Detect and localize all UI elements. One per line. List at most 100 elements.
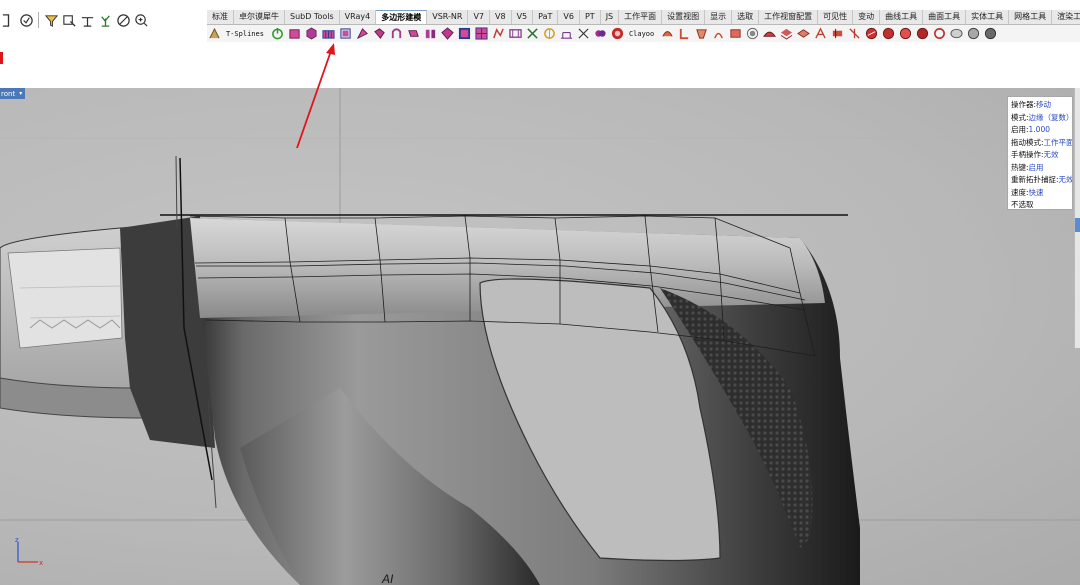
svg-text:z: z xyxy=(15,538,19,544)
morph-icon[interactable] xyxy=(660,26,675,41)
sidebar-red-marker xyxy=(0,52,3,64)
prop-row[interactable]: 不选取 xyxy=(1011,199,1072,212)
face-extrude-icon[interactable] xyxy=(406,26,421,41)
partial-icon[interactable] xyxy=(0,12,16,28)
tab-surface-tools[interactable]: 曲面工具 xyxy=(923,10,967,24)
sweep-icon[interactable] xyxy=(813,26,828,41)
tab-curve-tools[interactable]: 曲线工具 xyxy=(880,10,924,24)
model-text: AI xyxy=(381,572,394,585)
sphere-gray-icon[interactable] xyxy=(966,26,981,41)
filter-icon[interactable] xyxy=(43,12,59,28)
viewport-canvas[interactable]: AI xyxy=(0,88,1080,585)
tab-pt[interactable]: PT xyxy=(580,10,601,24)
standard-toolbar xyxy=(0,8,149,32)
viewport-name: ront xyxy=(1,89,16,98)
plane-primitive-icon[interactable] xyxy=(321,26,336,41)
ring-icon[interactable] xyxy=(932,26,947,41)
tsplines-manipulator-panel: 操作器:移动 模式:边缘（复数） 启用:1.000 拖动模式:工作平面 手柄操作… xyxy=(1007,96,1073,210)
tab-v8[interactable]: V8 xyxy=(490,10,512,24)
sphere-shell-icon[interactable] xyxy=(915,26,930,41)
select-lasso-icon[interactable] xyxy=(61,12,77,28)
prop-row[interactable]: 模式:边缘（复数） xyxy=(1011,112,1072,125)
torus-icon[interactable] xyxy=(372,26,387,41)
tab-select[interactable]: 选取 xyxy=(732,10,760,24)
bridge-icon[interactable] xyxy=(423,26,438,41)
tab-vsr-nr[interactable]: VSR-NR xyxy=(427,10,469,24)
loop-select-icon[interactable] xyxy=(508,26,523,41)
sphere-red-icon[interactable] xyxy=(864,26,879,41)
shell-icon[interactable] xyxy=(440,26,455,41)
tab-set-view[interactable]: 设置视图 xyxy=(662,10,706,24)
bevel-icon[interactable] xyxy=(559,26,574,41)
prop-row[interactable]: 热键:启用 xyxy=(1011,162,1072,175)
sphere-icon[interactable] xyxy=(355,26,370,41)
toolbar-tab-bar: 标准 卓尔谟犀牛 SubD Tools VRay4 多边形建模 VSR-NR V… xyxy=(207,10,1080,25)
plant-icon[interactable] xyxy=(97,12,113,28)
grid-icon[interactable] xyxy=(474,26,489,41)
snap-icon[interactable] xyxy=(745,26,760,41)
prop-row[interactable]: 手柄操作:无效 xyxy=(1011,149,1072,162)
zoom-icon[interactable] xyxy=(133,12,149,28)
crease-icon[interactable] xyxy=(491,26,506,41)
cube-icon[interactable] xyxy=(304,26,319,41)
tab-standard[interactable]: 标准 xyxy=(207,10,234,24)
tab-mesh-tools[interactable]: 网格工具 xyxy=(1009,10,1053,24)
front-viewport[interactable]: AI xyxy=(0,88,1080,585)
weld-icon[interactable] xyxy=(525,26,540,41)
bend-icon[interactable] xyxy=(677,26,692,41)
sphere-cut-icon[interactable] xyxy=(898,26,913,41)
patch-icon[interactable] xyxy=(847,26,862,41)
tab-transform[interactable]: 变动 xyxy=(853,10,881,24)
flow-icon[interactable] xyxy=(728,26,743,41)
sphere-dark-icon[interactable] xyxy=(983,26,998,41)
split-icon[interactable] xyxy=(576,26,591,41)
prop-row[interactable]: 速度:快速 xyxy=(1011,187,1072,200)
clayoo-label: Clayoo xyxy=(628,29,655,38)
prop-row[interactable]: 操作器:移动 xyxy=(1011,99,1072,112)
tab-zhuoer[interactable]: 卓尔谟犀牛 xyxy=(234,10,285,24)
tab-v6[interactable]: V6 xyxy=(558,10,580,24)
tab-display[interactable]: 显示 xyxy=(705,10,733,24)
tab-viewport-layout[interactable]: 工作视窗配置 xyxy=(759,10,819,24)
tab-pat[interactable]: PaT xyxy=(533,10,559,24)
taper-icon[interactable] xyxy=(694,26,709,41)
network-icon[interactable] xyxy=(830,26,845,41)
scrollbar-thumb[interactable] xyxy=(1075,218,1080,232)
tab-subd-tools[interactable]: SubD Tools xyxy=(285,10,340,24)
panel-scrollbar[interactable] xyxy=(1074,88,1080,348)
prop-row[interactable]: 启用:1.000 xyxy=(1011,124,1072,137)
tab-visibility[interactable]: 可见性 xyxy=(818,10,854,24)
prop-row[interactable]: 拖动模式:工作平面 xyxy=(1011,137,1072,150)
tab-js[interactable]: JS xyxy=(601,10,620,24)
symmetry-icon[interactable] xyxy=(593,26,608,41)
cylinder-icon[interactable] xyxy=(338,26,353,41)
shaded-surface-icon[interactable] xyxy=(762,26,777,41)
subdivide-icon[interactable] xyxy=(457,26,472,41)
tab-cplane[interactable]: 工作平面 xyxy=(619,10,663,24)
tab-v5[interactable]: V5 xyxy=(512,10,534,24)
pipe-icon[interactable] xyxy=(389,26,404,41)
box-primitive-icon[interactable] xyxy=(287,26,302,41)
tab-v7[interactable]: V7 xyxy=(468,10,491,24)
twist-icon[interactable] xyxy=(711,26,726,41)
tab-polygon-modeling[interactable]: 多边形建模 xyxy=(376,10,428,24)
clayoo-icon[interactable] xyxy=(610,26,625,41)
power-icon[interactable] xyxy=(270,26,285,41)
svg-text:x: x xyxy=(39,559,43,567)
tab-vray4[interactable]: VRay4 xyxy=(340,10,377,24)
toolbar-divider xyxy=(38,12,39,28)
blob-icon[interactable] xyxy=(949,26,964,41)
layers-icon[interactable] xyxy=(779,26,794,41)
viewport-menu-chevron-icon[interactable]: ▾ xyxy=(19,90,22,97)
tab-solid-tools[interactable]: 实体工具 xyxy=(966,10,1010,24)
insert-edge-icon[interactable] xyxy=(542,26,557,41)
tab-render[interactable]: 渲染工 xyxy=(1052,10,1080,24)
viewport-title[interactable]: ront ▾ xyxy=(0,88,26,99)
dimension-icon[interactable] xyxy=(79,12,95,28)
no-entry-icon[interactable] xyxy=(115,12,131,28)
loft-icon[interactable] xyxy=(796,26,811,41)
check-circle-icon[interactable] xyxy=(18,12,34,28)
prop-row[interactable]: 重新拓扑捕捉:无效 xyxy=(1011,174,1072,187)
sphere-edit-icon[interactable] xyxy=(881,26,896,41)
tsplines-icon[interactable] xyxy=(207,26,222,41)
